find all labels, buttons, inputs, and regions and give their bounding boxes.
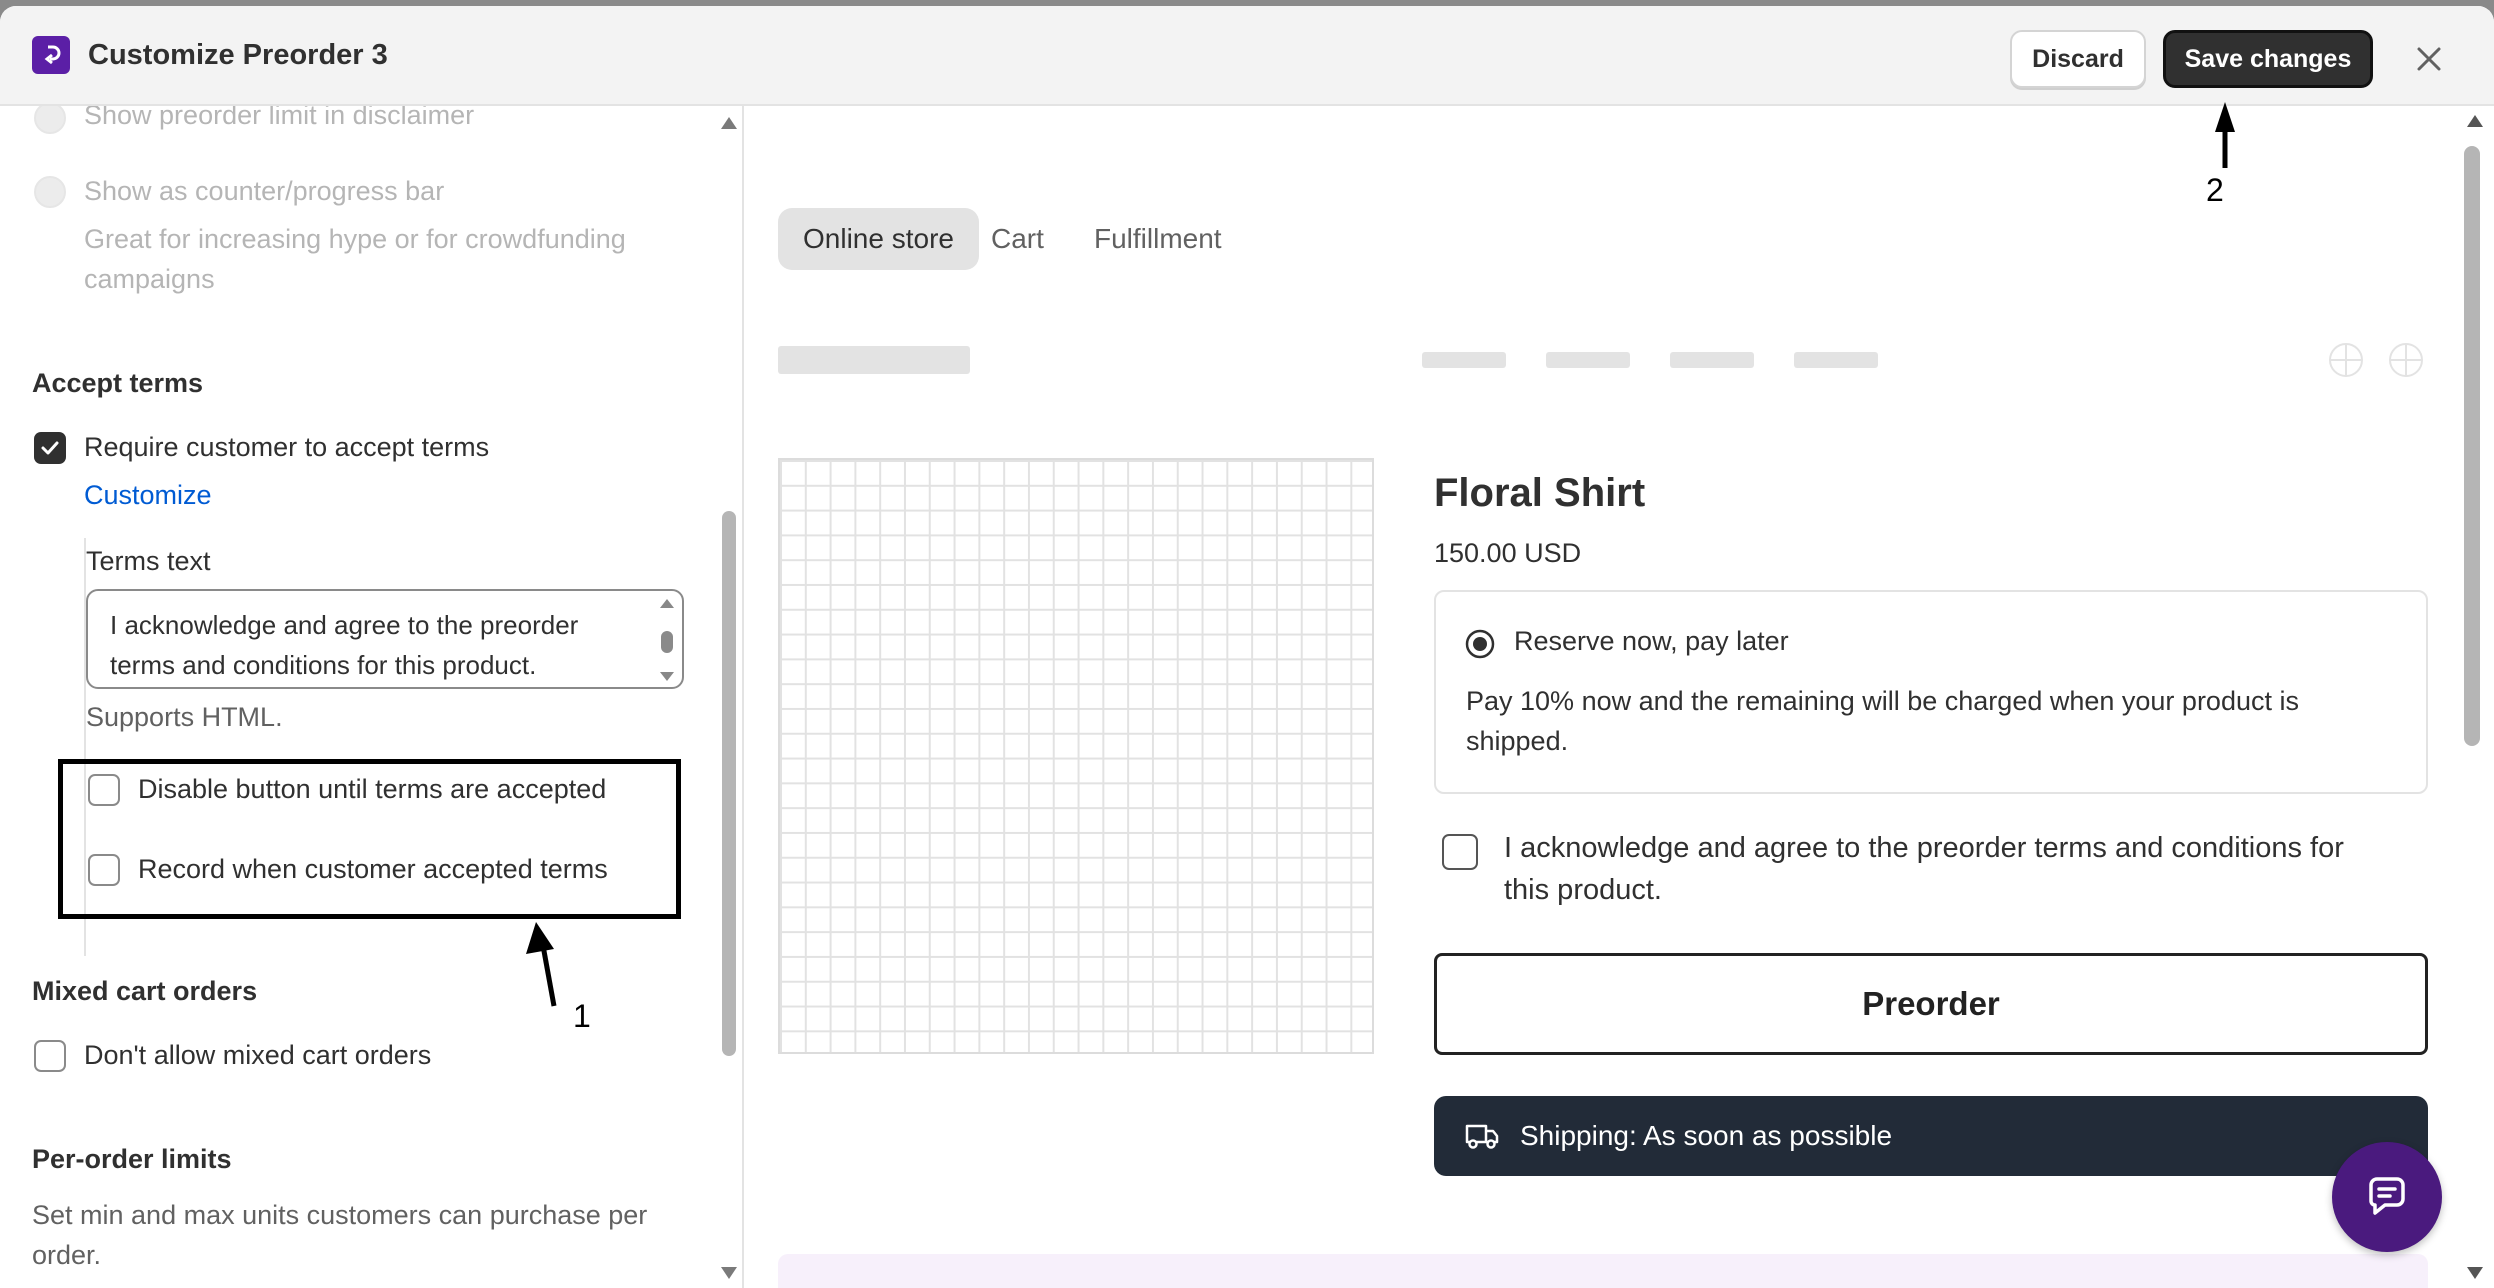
annotation-highlight-box: [58, 759, 681, 919]
require-terms-checkbox[interactable]: [34, 432, 66, 464]
chat-icon: [2369, 1177, 2405, 1215]
per-order-heading: Per-order limits: [32, 1144, 232, 1174]
annotation-arrow-1: [526, 922, 557, 1007]
app-logo: [32, 36, 70, 74]
skeleton-cart-icon: [2389, 343, 2423, 377]
skeleton-globe-icon: [2329, 343, 2363, 377]
preorder-button[interactable]: Preorder: [1434, 953, 2428, 1055]
counter-label: Show as counter/progress bar: [84, 176, 445, 206]
skeleton-nav-item: [1422, 352, 1506, 368]
product-title: Floral Shirt: [1434, 471, 1646, 515]
preview-terms-checkbox[interactable]: [1442, 834, 1478, 870]
accept-terms-heading: Accept terms: [32, 368, 204, 398]
annotation-label-1: 1: [573, 998, 591, 1034]
purchase-option-card[interactable]: Reserve now, pay later Pay 10% now and t…: [1434, 590, 2428, 794]
preview-terms-text: I acknowledge and agree to the preorder …: [1504, 832, 2344, 864]
counter-help-text: Great for increasing hype or for crowdfu…: [84, 224, 626, 254]
tab-online-store[interactable]: Online store: [778, 208, 979, 270]
save-changes-button[interactable]: Save changes: [2163, 30, 2373, 88]
purchase-option-description: Pay 10% now and the remaining will be ch…: [1466, 686, 2299, 716]
counter-help-text-2: campaigns: [84, 264, 215, 294]
customize-link[interactable]: Customize: [84, 480, 212, 511]
supports-html-hint: Supports HTML.: [86, 702, 283, 732]
mixed-cart-label: Don't allow mixed cart orders: [84, 1040, 432, 1070]
discard-button[interactable]: Discard: [2010, 30, 2146, 88]
chat-button[interactable]: [2332, 1142, 2442, 1252]
preorder-limit-radio[interactable]: [34, 106, 66, 134]
tab-fulfillment[interactable]: Fulfillment: [1082, 208, 1234, 270]
close-icon[interactable]: [2406, 36, 2452, 82]
annotation-label-2: 2: [2206, 172, 2224, 208]
preview-scroll-down-icon[interactable]: [2466, 1266, 2484, 1280]
settings-scroll-thumb[interactable]: [722, 511, 736, 1056]
counter-radio[interactable]: [34, 176, 66, 208]
modal-title: Customize Preorder 3: [88, 39, 388, 71]
purchase-option-description-2: shipped.: [1466, 726, 1569, 756]
terms-textarea[interactable]: I acknowledge and agree to the preorder …: [86, 589, 684, 689]
purchase-option-label: Reserve now, pay later: [1514, 626, 1789, 656]
shipping-banner: Shipping: As soon as possible: [1434, 1096, 2428, 1176]
preview-scroll-thumb[interactable]: [2464, 146, 2480, 746]
preview-footer-strip: [778, 1254, 2428, 1288]
mixed-cart-checkbox[interactable]: [34, 1040, 66, 1072]
modal-header: Customize Preorder 3 Discard Save change…: [0, 6, 2494, 106]
per-order-help: Set min and max units customers can purc…: [32, 1200, 648, 1230]
terms-textarea-value: I acknowledge and agree to the preorder …: [110, 610, 579, 680]
preorder-limit-label: Show preorder limit in disclaimer: [84, 106, 475, 130]
preview-panel: Online store Cart Fulfillment Floral Shi…: [746, 106, 2494, 1288]
scroll-up-arrow-icon[interactable]: [720, 116, 738, 130]
skeleton-nav-item: [1670, 352, 1754, 368]
preview-scroll-up-icon[interactable]: [2466, 114, 2484, 128]
skeleton-nav-item: [1546, 352, 1630, 368]
scroll-down-arrow-icon[interactable]: [720, 1266, 738, 1280]
skeleton-logo: [778, 346, 970, 374]
product-price: 150.00 USD: [1434, 538, 1582, 568]
customize-modal: Customize Preorder 3 Discard Save change…: [0, 6, 2494, 1288]
skeleton-nav-item: [1794, 352, 1878, 368]
selected-radio-icon[interactable]: [1464, 628, 1496, 660]
checkmark-icon: [41, 441, 59, 455]
tab-cart[interactable]: Cart: [979, 208, 1056, 270]
require-terms-label: Require customer to accept terms: [84, 432, 490, 462]
preview-terms-text-2: this product.: [1504, 874, 1662, 906]
mixed-cart-heading: Mixed cart orders: [32, 976, 258, 1006]
per-order-help-2: order.: [32, 1240, 102, 1270]
textarea-scrollbar[interactable]: [658, 597, 676, 683]
shipping-text: Shipping: As soon as possible: [1520, 1120, 1893, 1151]
product-image-placeholder: [778, 458, 1374, 1054]
truck-icon: [1465, 1124, 1499, 1149]
annotation-arrow-2: [2215, 102, 2235, 168]
terms-text-label: Terms text: [86, 546, 211, 576]
settings-scrollbar[interactable]: [718, 106, 740, 1288]
settings-panel: Show preorder limit in disclaimer Show a…: [0, 106, 744, 1288]
